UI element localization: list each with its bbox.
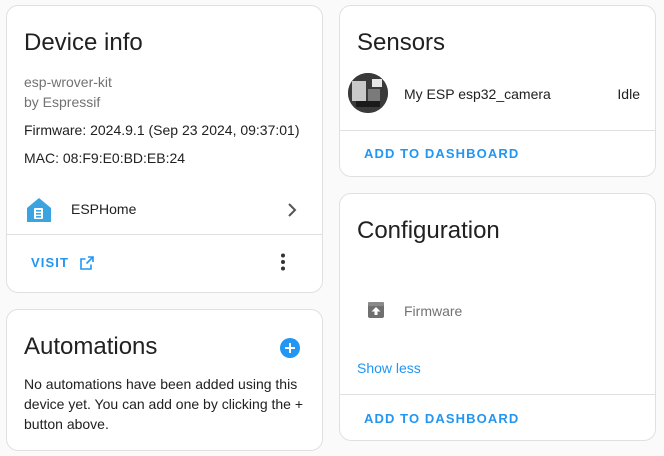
config-item-firmware-label: Firmware [404, 303, 463, 319]
visit-label: VISIT [31, 255, 70, 271]
automations-empty-text: No automations have been added using thi… [24, 376, 304, 432]
automations-card: Automations No automations have been add… [6, 309, 323, 451]
firmware-update-icon [367, 301, 385, 319]
integration-row[interactable]: ESPHome [7, 190, 322, 230]
more-vert-icon[interactable] [273, 252, 293, 272]
integration-label: ESPHome [71, 201, 137, 217]
sensors-divider [340, 130, 655, 131]
config-item-firmware[interactable]: Firmware [340, 290, 655, 330]
sensor-name: My ESP esp32_camera [404, 86, 551, 102]
device-info-title: Device info [24, 29, 143, 56]
configuration-card: Configuration Firmware Show less ADD TO … [339, 193, 656, 441]
firmware-version: Firmware: 2024.9.1 (Sep 23 2024, 09:37:0… [24, 122, 300, 138]
chevron-right-icon [283, 201, 301, 219]
device-manufacturer: by Espressif [24, 94, 101, 110]
automations-title: Automations [24, 333, 158, 360]
configuration-title: Configuration [357, 217, 500, 244]
sensor-state: Idle [617, 86, 640, 102]
configuration-divider [340, 394, 655, 395]
mac-address: MAC: 08:F9:E0:BD:EB:24 [24, 150, 186, 166]
visit-button[interactable]: VISIT [31, 254, 95, 274]
add-circle-icon[interactable] [279, 337, 301, 359]
camera-thumbnail [348, 73, 388, 113]
sensors-card: Sensors My ESP esp32_camera Idle ADD TO … [339, 5, 656, 177]
sensor-row[interactable]: My ESP esp32_camera Idle [340, 72, 655, 116]
open-in-new-icon [79, 255, 95, 271]
sensors-title: Sensors [357, 29, 446, 56]
device-model: esp-wrover-kit [24, 74, 112, 90]
esphome-icon [25, 196, 53, 224]
show-less-link[interactable]: Show less [357, 360, 421, 376]
sensors-add-to-dashboard-button[interactable]: ADD TO DASHBOARD [364, 146, 519, 161]
configuration-add-to-dashboard-button[interactable]: ADD TO DASHBOARD [364, 411, 519, 426]
device-info-divider [7, 234, 322, 235]
device-info-card: Device info esp-wrover-kit by Espressif … [6, 5, 323, 293]
